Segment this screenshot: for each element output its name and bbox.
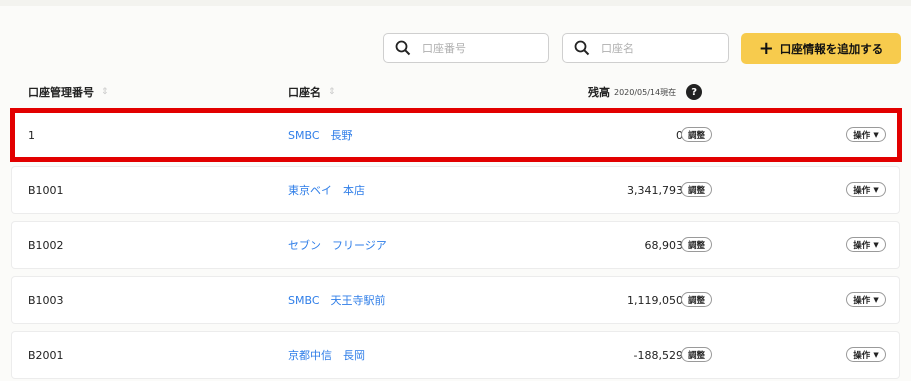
table-row[interactable]: B1003 SMBC 天王寺駅前 1,119,050 調整 操作 ▼: [12, 277, 899, 323]
operation-dropdown[interactable]: 操作 ▼: [846, 347, 886, 362]
account-number-cell: B1001: [28, 183, 64, 197]
sort-icon[interactable]: ⇕: [101, 87, 109, 97]
header-account-number[interactable]: 口座管理番号 ⇕: [28, 84, 109, 100]
balance-as-of: 2020/05/14現在: [614, 87, 677, 97]
operation-dropdown[interactable]: 操作 ▼: [846, 182, 886, 197]
table-row[interactable]: 1 SMBC 長野 0 調整 操作 ▼: [12, 112, 899, 158]
adjust-button[interactable]: 調整: [681, 127, 713, 142]
header-label: 口座管理番号: [28, 86, 94, 99]
operation-label: 操作: [853, 185, 871, 196]
adjust-button[interactable]: 調整: [681, 347, 713, 362]
account-name-link[interactable]: 東京ベイ 本店: [288, 167, 365, 213]
table-row[interactable]: B1002 セブン フリージア 68,903 調整 操作 ▼: [12, 222, 899, 268]
adjust-button[interactable]: 調整: [681, 237, 713, 252]
top-area: [0, 0, 911, 6]
account-name-link[interactable]: SMBC 長野: [288, 112, 353, 158]
operation-dropdown[interactable]: 操作 ▼: [846, 127, 886, 142]
balance-cell: 68,903: [644, 238, 684, 252]
search-icon: [573, 39, 591, 57]
operation-label: 操作: [853, 350, 871, 361]
header-label: 残高: [588, 86, 610, 99]
account-number-search[interactable]: [383, 33, 549, 63]
account-name-link[interactable]: 京都中信 長岡: [288, 332, 365, 378]
header-label: 口座名: [288, 86, 321, 99]
sort-icon[interactable]: ⇕: [328, 87, 336, 97]
balance-cell: 1,119,050: [627, 293, 683, 307]
caret-down-icon: ▼: [873, 350, 879, 359]
caret-down-icon: ▼: [873, 130, 879, 139]
operation-dropdown[interactable]: 操作 ▼: [846, 237, 886, 252]
caret-down-icon: ▼: [873, 295, 879, 304]
balance-cell: -188,529: [633, 348, 683, 362]
plus-icon: +: [758, 37, 774, 59]
caret-down-icon: ▼: [873, 185, 879, 194]
caret-down-icon: ▼: [873, 240, 879, 249]
operation-label: 操作: [853, 130, 871, 141]
account-number-cell: 1: [28, 128, 35, 142]
adjust-button[interactable]: 調整: [681, 292, 713, 307]
account-name-input[interactable]: [599, 40, 713, 56]
header-balance: 残高 2020/05/14現在 ?: [588, 84, 703, 100]
operation-label: 操作: [853, 240, 871, 251]
account-name-search[interactable]: [562, 33, 729, 63]
add-account-label: 口座情報を追加する: [779, 41, 884, 56]
account-number-cell: B2001: [28, 348, 64, 362]
table-row[interactable]: B1001 東京ベイ 本店 3,341,793 調整 操作 ▼: [12, 167, 899, 213]
account-number-cell: B1003: [28, 293, 64, 307]
account-name-link[interactable]: セブン フリージア: [288, 222, 387, 268]
add-account-button[interactable]: + 口座情報を追加する: [741, 33, 901, 64]
header-account-name[interactable]: 口座名 ⇕: [288, 84, 336, 100]
operation-dropdown[interactable]: 操作 ▼: [846, 292, 886, 307]
operation-label: 操作: [853, 295, 871, 306]
account-name-link[interactable]: SMBC 天王寺駅前: [288, 277, 386, 323]
help-icon[interactable]: ?: [686, 84, 703, 100]
search-icon: [394, 39, 412, 57]
table-row[interactable]: B2001 京都中信 長岡 -188,529 調整 操作 ▼: [12, 332, 899, 378]
account-number-input[interactable]: [420, 40, 534, 56]
adjust-button[interactable]: 調整: [681, 182, 713, 197]
balance-cell: 3,341,793: [627, 183, 683, 197]
account-number-cell: B1002: [28, 238, 64, 252]
